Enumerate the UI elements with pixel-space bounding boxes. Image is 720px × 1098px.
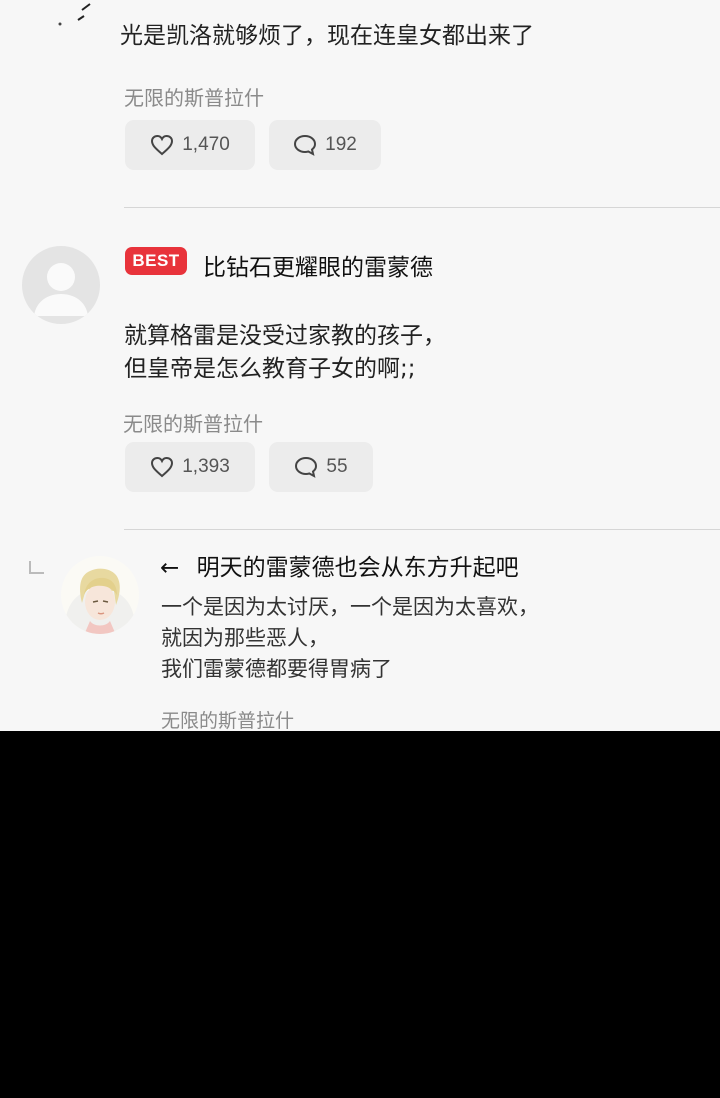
comment-1-reply-count: 192 xyxy=(325,134,357,155)
comment-2-reply-button[interactable]: 55 xyxy=(269,442,373,492)
illustrated-avatar xyxy=(61,556,139,634)
reply-text-line-1: 一个是因为太讨厌，一个是因为太喜欢， xyxy=(161,595,539,619)
reply-corner-icon xyxy=(29,561,44,574)
comment-2-like-button[interactable]: 1,393 xyxy=(125,442,255,492)
divider xyxy=(124,207,720,208)
comment-1-like-count: 1,470 xyxy=(182,134,230,155)
comment-1-source: 无限的斯普拉什 xyxy=(124,86,264,110)
reply-text: 一个是因为太讨厌，一个是因为太喜欢， 就因为那些恶人， 我们雷蒙德都要得胃病了 xyxy=(161,592,539,685)
comment-1-reply-button[interactable]: 192 xyxy=(269,120,381,170)
comment-2-text-line-1: 就算格雷是没受过家教的孩子， xyxy=(124,323,446,349)
divider xyxy=(124,529,720,530)
reply-text-line-3: 我们雷蒙德都要得胃病了 xyxy=(161,657,392,681)
heart-icon xyxy=(151,134,174,156)
black-area xyxy=(0,731,720,1098)
comment-2-source: 无限的斯普拉什 xyxy=(123,412,263,436)
reply-arrow-icon: ← xyxy=(160,555,180,581)
reply-text-line-2: 就因为那些恶人， xyxy=(161,626,329,650)
speech-bubble-icon xyxy=(295,456,318,478)
reply-source: 无限的斯普拉什 xyxy=(161,710,295,731)
comment-2-like-count: 1,393 xyxy=(182,456,230,477)
comments-panel: 光是凯洛就够烦了，现在连皇女都出来了 无限的斯普拉什 1,470 192 BES… xyxy=(0,0,720,731)
best-badge: BEST xyxy=(125,247,187,275)
avatar-fragment xyxy=(58,3,91,26)
speech-bubble-icon xyxy=(294,134,317,156)
default-avatar-icon xyxy=(22,246,100,324)
comment-1-like-button[interactable]: 1,470 xyxy=(125,120,255,170)
comment-2-nickname: 比钻石更耀眼的雷蒙德 xyxy=(203,255,433,281)
reply-header: ← 明天的雷蒙德也会从东方升起吧 xyxy=(160,548,519,582)
heart-icon xyxy=(151,456,174,478)
comment-1-text: 光是凯洛就够烦了，现在连皇女都出来了 xyxy=(120,23,534,49)
reply-nickname: 明天的雷蒙德也会从东方升起吧 xyxy=(196,555,519,581)
comment-2-reply-count: 55 xyxy=(326,456,348,477)
comment-2-text-line-2: 但皇帝是怎么教育子女的啊;; xyxy=(124,356,416,382)
